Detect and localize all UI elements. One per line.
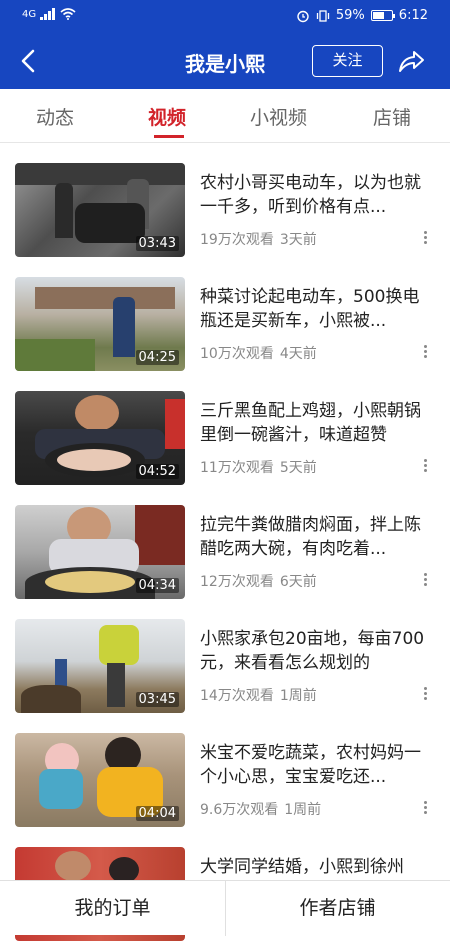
signal-icon [40, 8, 56, 20]
more-options-icon[interactable] [420, 799, 430, 815]
video-duration: 04:52 [135, 464, 179, 479]
video-meta: 10万次观看 4天前 [200, 343, 317, 363]
tab-short-videos[interactable]: 小视频 [250, 103, 307, 130]
video-thumbnail[interactable]: 03:45 [15, 619, 185, 713]
video-thumbnail[interactable]: 04:25 [15, 277, 185, 371]
battery-icon [370, 10, 395, 21]
post-age: 5天前 [279, 460, 317, 476]
video-title[interactable]: 种菜讨论起电动车，500换电瓶还是买新车，小熙被... [200, 285, 432, 333]
video-meta: 14万次观看 1周前 [200, 685, 317, 705]
video-meta: 9.6万次观看 1周前 [200, 799, 321, 819]
video-title[interactable]: 三斤黑鱼配上鸡翅，小熙朝锅里倒一碗酱汁，味道超赞 [200, 399, 432, 447]
network-type: 4G [22, 8, 37, 20]
divider [225, 881, 226, 936]
video-title[interactable]: 农村小哥买电动车，以为也就一千多，听到价格有点... [200, 171, 432, 219]
active-tab-indicator [154, 135, 184, 138]
video-thumbnail[interactable]: 04:52 [15, 391, 185, 485]
list-item[interactable]: 04:25 种菜讨论起电动车，500换电瓶还是买新车，小熙被... 10万次观看… [0, 257, 450, 371]
video-title[interactable]: 米宝不爱吃蔬菜，农村妈妈一个小心思，宝宝爱吃还... [200, 741, 432, 789]
video-meta: 11万次观看 5天前 [200, 457, 317, 477]
tab-shop[interactable]: 店铺 [373, 103, 411, 130]
post-age: 1周前 [284, 802, 322, 818]
video-duration: 03:43 [135, 236, 179, 251]
alarm-icon [297, 10, 309, 22]
my-orders-button[interactable]: 我的订单 [0, 881, 225, 935]
list-item[interactable]: 04:52 三斤黑鱼配上鸡翅，小熙朝锅里倒一碗酱汁，味道超赞 11万次观看 5天前 [0, 371, 450, 485]
video-duration: 04:25 [135, 350, 179, 365]
clock-time: 6:12 [398, 8, 428, 23]
post-age: 1周前 [279, 688, 317, 704]
list-item[interactable]: 04:34 拉完牛粪做腊肉焖面，拌上陈醋吃两大碗，有肉吃着... 12万次观看 6… [0, 485, 450, 599]
video-duration: 04:34 [135, 578, 179, 593]
more-options-icon[interactable] [420, 457, 430, 473]
video-duration: 04:04 [135, 806, 179, 821]
author-shop-button[interactable]: 作者店铺 [225, 881, 450, 935]
view-count: 19万次观看 [200, 232, 274, 248]
post-age: 4天前 [279, 346, 317, 362]
more-options-icon[interactable] [420, 571, 430, 587]
tab-bar: 动态 视频 小视频 店铺 [0, 89, 450, 143]
view-count: 14万次观看 [200, 688, 274, 704]
wifi-icon [60, 8, 76, 20]
video-meta: 12万次观看 6天前 [200, 571, 317, 591]
bottom-action-bar: 我的订单 作者店铺 [0, 880, 450, 936]
video-title[interactable]: 拉完牛粪做腊肉焖面，拌上陈醋吃两大碗，有肉吃着... [200, 513, 432, 561]
battery-percent: 59% [335, 8, 365, 23]
more-options-icon[interactable] [420, 685, 430, 701]
video-duration: 03:45 [135, 692, 179, 707]
vibrate-icon [316, 9, 330, 22]
video-title[interactable]: 小熙家承包20亩地，每亩700元，来看看怎么规划的 [200, 627, 432, 675]
video-meta: 19万次观看 3天前 [200, 229, 317, 249]
view-count: 9.6万次观看 [200, 802, 279, 818]
view-count: 10万次观看 [200, 346, 274, 362]
status-bar: 4G 59% 6:12 [0, 0, 450, 34]
video-thumbnail[interactable]: 04:34 [15, 505, 185, 599]
list-item[interactable]: 04:04 米宝不爱吃蔬菜，农村妈妈一个小心思，宝宝爱吃还... 9.6万次观看… [0, 713, 450, 827]
post-age: 3天前 [279, 232, 317, 248]
list-item[interactable]: 03:43 农村小哥买电动车，以为也就一千多，听到价格有点... 19万次观看 3… [0, 143, 450, 257]
more-options-icon[interactable] [420, 343, 430, 359]
list-item[interactable]: 03:45 小熙家承包20亩地，每亩700元，来看看怎么规划的 14万次观看 1周… [0, 599, 450, 713]
video-thumbnail[interactable]: 04:04 [15, 733, 185, 827]
more-options-icon[interactable] [420, 229, 430, 245]
share-icon[interactable] [395, 45, 427, 77]
tab-videos[interactable]: 视频 [148, 103, 186, 130]
video-thumbnail[interactable]: 03:43 [15, 163, 185, 257]
app-header: 我是小熙 关注 [0, 34, 450, 89]
post-age: 6天前 [279, 574, 317, 590]
view-count: 11万次观看 [200, 460, 274, 476]
tab-dongtai[interactable]: 动态 [36, 103, 74, 130]
view-count: 12万次观看 [200, 574, 274, 590]
follow-button[interactable]: 关注 [312, 45, 383, 77]
